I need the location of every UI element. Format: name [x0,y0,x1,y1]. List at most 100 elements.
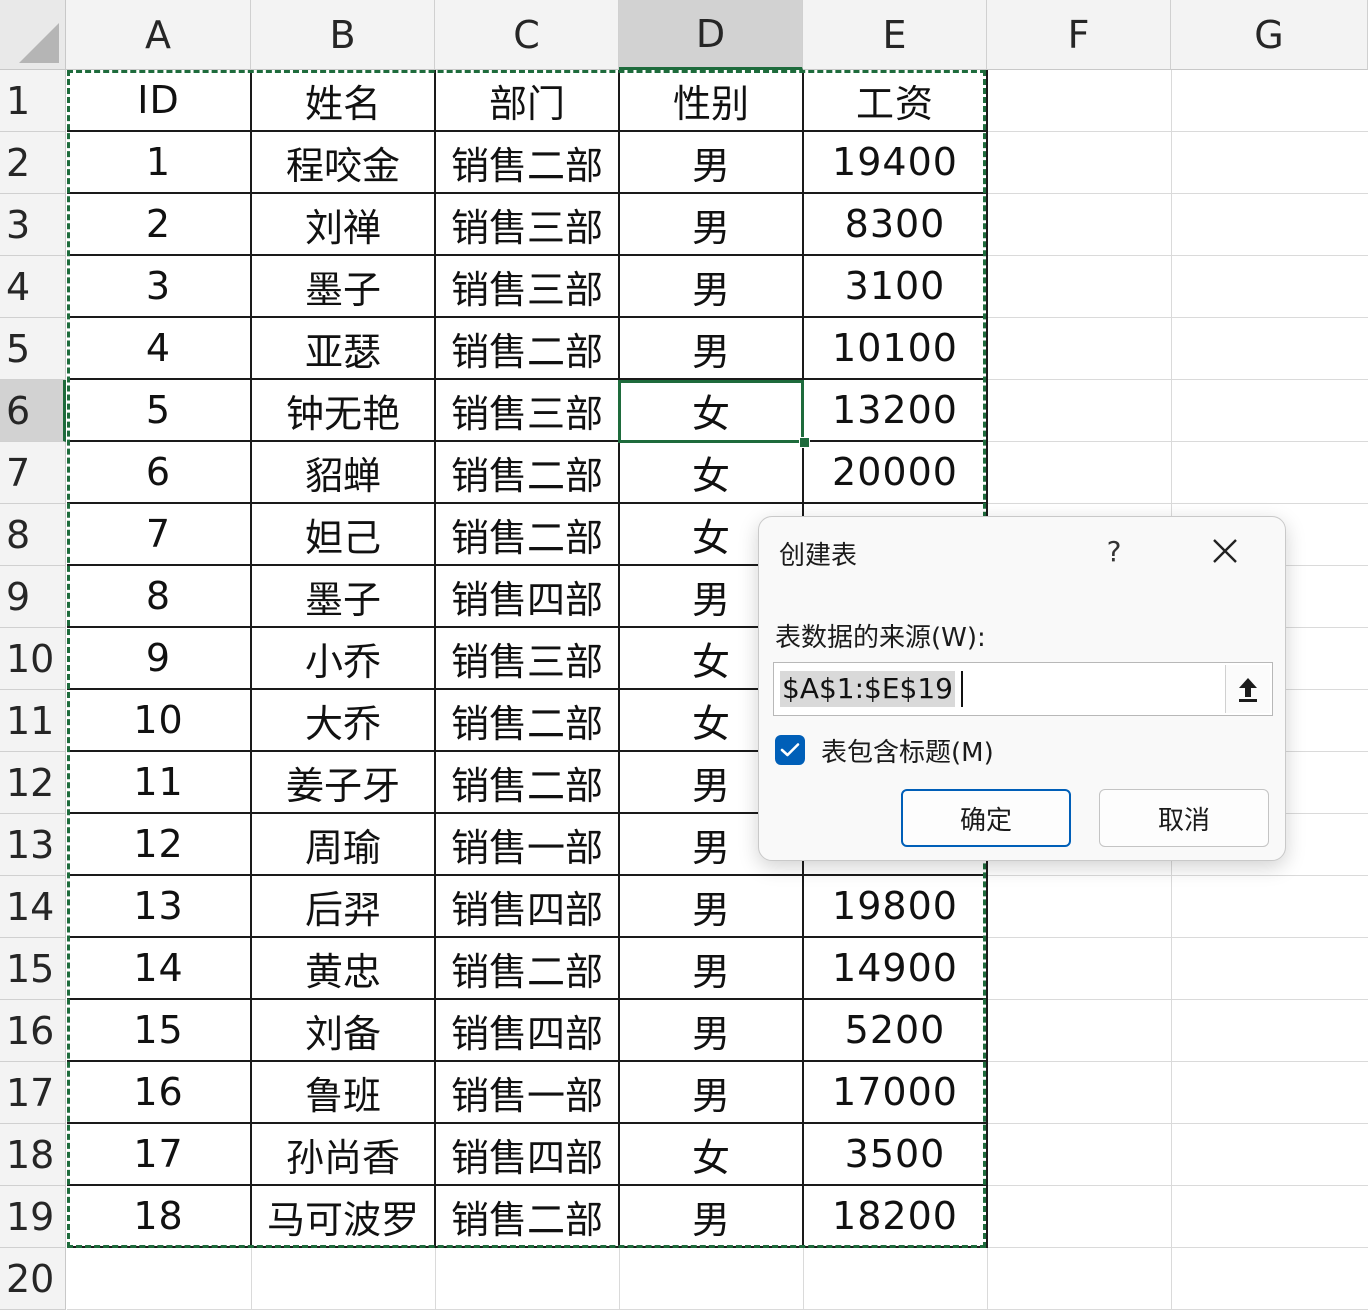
cell-g1[interactable] [1172,70,1368,132]
row-header-6[interactable]: 6 [0,380,66,442]
cell-c2[interactable]: 销售二部 [436,132,620,194]
cell-f17[interactable] [988,1062,1172,1124]
cell-b20[interactable] [252,1248,436,1310]
cell-b12[interactable]: 姜子牙 [252,752,436,814]
row-header-7[interactable]: 7 [0,442,66,504]
cell-d1[interactable]: 性别 [620,70,804,132]
cell-c12[interactable]: 销售二部 [436,752,620,814]
cell-a20[interactable] [67,1248,252,1310]
cell-b14[interactable]: 后羿 [252,876,436,938]
cell-g19[interactable] [1172,1186,1368,1248]
column-header-g[interactable]: G [1171,0,1368,70]
row-header-9[interactable]: 9 [0,566,66,628]
cell-c15[interactable]: 销售二部 [436,938,620,1000]
cell-c11[interactable]: 销售二部 [436,690,620,752]
cell-b9[interactable]: 墨子 [252,566,436,628]
cell-a14[interactable]: 13 [67,876,252,938]
cell-b16[interactable]: 刘备 [252,1000,436,1062]
cell-d2[interactable]: 男 [620,132,804,194]
cell-b8[interactable]: 妲己 [252,504,436,566]
column-header-f[interactable]: F [987,0,1171,70]
cell-d15[interactable]: 男 [620,938,804,1000]
row-header-10[interactable]: 10 [0,628,66,690]
cell-f1[interactable] [988,70,1172,132]
cell-a19[interactable]: 18 [67,1186,252,1248]
cell-b1[interactable]: 姓名 [252,70,436,132]
cell-e14[interactable]: 19800 [804,876,988,938]
cell-b4[interactable]: 墨子 [252,256,436,318]
select-all-button[interactable] [0,0,66,70]
cell-b19[interactable]: 马可波罗 [252,1186,436,1248]
cell-d3[interactable]: 男 [620,194,804,256]
cell-e18[interactable]: 3500 [804,1124,988,1186]
cell-f20[interactable] [988,1248,1172,1310]
cell-a1[interactable]: ID [67,70,252,132]
row-header-13[interactable]: 13 [0,814,66,876]
cell-b2[interactable]: 程咬金 [252,132,436,194]
row-header-19[interactable]: 19 [0,1186,66,1248]
cell-f19[interactable] [988,1186,1172,1248]
cell-a17[interactable]: 16 [67,1062,252,1124]
cell-a11[interactable]: 10 [67,690,252,752]
cell-a3[interactable]: 2 [67,194,252,256]
cell-d6[interactable]: 女 [620,380,804,442]
row-header-15[interactable]: 15 [0,938,66,1000]
cell-g15[interactable] [1172,938,1368,1000]
cell-d4[interactable]: 男 [620,256,804,318]
row-header-5[interactable]: 5 [0,318,66,380]
row-header-20[interactable]: 20 [0,1248,66,1310]
cell-c18[interactable]: 销售四部 [436,1124,620,1186]
cell-e16[interactable]: 5200 [804,1000,988,1062]
cell-c9[interactable]: 销售四部 [436,566,620,628]
cell-e15[interactable]: 14900 [804,938,988,1000]
cell-b15[interactable]: 黄忠 [252,938,436,1000]
range-input[interactable]: $A$1:$E$19 [773,662,1273,716]
cell-a13[interactable]: 12 [67,814,252,876]
cell-f14[interactable] [988,876,1172,938]
cell-f4[interactable] [988,256,1172,318]
cell-c14[interactable]: 销售四部 [436,876,620,938]
cell-e17[interactable]: 17000 [804,1062,988,1124]
close-button[interactable] [1205,531,1245,571]
cell-c10[interactable]: 销售三部 [436,628,620,690]
cell-a2[interactable]: 1 [67,132,252,194]
cell-d16[interactable]: 男 [620,1000,804,1062]
collapse-dialog-button[interactable] [1225,665,1270,713]
cell-e7[interactable]: 20000 [804,442,988,504]
cell-g20[interactable] [1172,1248,1368,1310]
column-header-c[interactable]: C [435,0,619,70]
row-header-17[interactable]: 17 [0,1062,66,1124]
row-header-14[interactable]: 14 [0,876,66,938]
cell-c3[interactable]: 销售三部 [436,194,620,256]
cell-c19[interactable]: 销售二部 [436,1186,620,1248]
cell-f3[interactable] [988,194,1172,256]
fill-handle[interactable] [799,437,810,448]
row-header-12[interactable]: 12 [0,752,66,814]
column-header-b[interactable]: B [251,0,435,70]
cell-b6[interactable]: 钟无艳 [252,380,436,442]
column-header-e[interactable]: E [803,0,987,70]
cell-g2[interactable] [1172,132,1368,194]
cell-e3[interactable]: 8300 [804,194,988,256]
cell-b11[interactable]: 大乔 [252,690,436,752]
cell-e1[interactable]: 工资 [804,70,988,132]
cell-g4[interactable] [1172,256,1368,318]
cell-c17[interactable]: 销售一部 [436,1062,620,1124]
cell-d20[interactable] [620,1248,804,1310]
cell-d5[interactable]: 男 [620,318,804,380]
column-header-a[interactable]: A [66,0,251,70]
row-header-2[interactable]: 2 [0,132,66,194]
cell-c16[interactable]: 销售四部 [436,1000,620,1062]
has-headers-checkbox[interactable] [775,735,805,765]
cell-f2[interactable] [988,132,1172,194]
cell-d19[interactable]: 男 [620,1186,804,1248]
cell-c1[interactable]: 部门 [436,70,620,132]
cell-g17[interactable] [1172,1062,1368,1124]
cell-c7[interactable]: 销售二部 [436,442,620,504]
cell-c4[interactable]: 销售三部 [436,256,620,318]
cell-e19[interactable]: 18200 [804,1186,988,1248]
cell-b10[interactable]: 小乔 [252,628,436,690]
cell-c13[interactable]: 销售一部 [436,814,620,876]
cell-g7[interactable] [1172,442,1368,504]
column-header-d[interactable]: D [619,0,803,70]
